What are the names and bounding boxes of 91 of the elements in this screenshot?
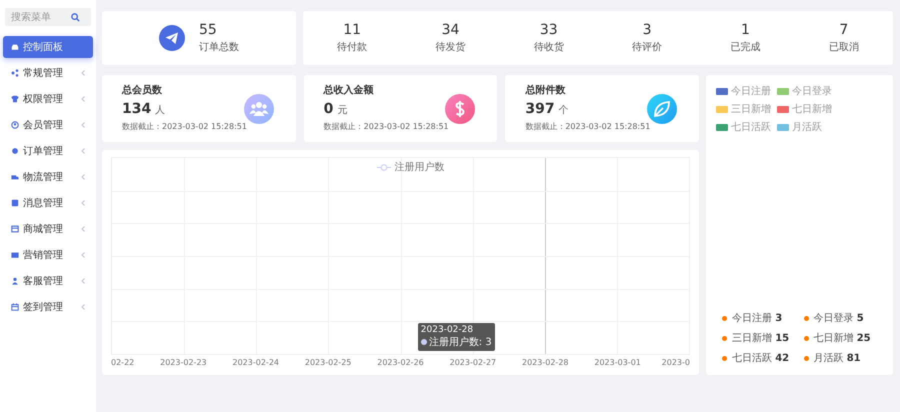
stat-label: 待付款 <box>337 40 368 54</box>
stat-value: 55 <box>199 22 218 38</box>
axis-label: 02-22 <box>111 358 134 367</box>
chevron-icon <box>81 252 85 258</box>
chevron-icon <box>81 70 85 76</box>
chevron-icon <box>81 226 85 232</box>
chevron-icon <box>81 278 85 284</box>
axis-label: 2023-02-27 <box>450 358 496 367</box>
stat-label: 已取消 <box>828 40 859 54</box>
menu-item[interactable]: 权限管理 <box>3 88 93 110</box>
stat-text: 月活跃 81 <box>814 352 861 365</box>
tooltip-text: 注册用户数: 3 <box>428 336 492 349</box>
menu-item[interactable]: 常规管理 <box>3 62 93 84</box>
menu-item[interactable]: 签到管理 <box>3 296 93 318</box>
unit-label: 人 <box>155 104 166 117</box>
stat-text: 七日活跃 42 <box>732 352 790 365</box>
share-icon <box>11 69 19 77</box>
stat-label: 待评价 <box>632 40 662 54</box>
stat-value: 34 <box>442 22 460 38</box>
chevron-icon <box>81 122 85 128</box>
stat-label: 待收货 <box>534 40 564 54</box>
axis-label: 2023-02-23 <box>160 358 207 367</box>
card-value: 134 <box>122 101 152 117</box>
paper-plane-icon <box>159 25 185 51</box>
bullet-icon <box>804 356 808 360</box>
chevron-icon <box>81 200 85 206</box>
axis-label: 2023-02-25 <box>304 358 352 367</box>
stat-text: 七日新增 25 <box>814 332 871 345</box>
user-icon <box>11 121 19 129</box>
series-dot-icon <box>420 339 427 345</box>
chevron-icon <box>81 96 85 102</box>
bullet-icon <box>804 336 808 340</box>
truck-icon <box>11 173 19 181</box>
axis-label: 2023-02-24 <box>232 358 279 367</box>
people-icon <box>244 94 274 124</box>
bullet-icon <box>722 336 727 340</box>
stat-value: 1 <box>741 22 750 38</box>
legend-marker-icon <box>377 164 392 170</box>
legend-label: 七日新增 <box>792 102 832 116</box>
stat-text: 三日新增 15 <box>732 332 790 345</box>
chevron-icon <box>81 148 85 154</box>
dollar-icon <box>445 94 476 124</box>
stat-text: 今日注册 3 <box>732 312 782 325</box>
stat-label: 已完成 <box>730 40 760 54</box>
menu-item[interactable]: 物流管理 <box>3 166 93 188</box>
legend-label: 月活跃 <box>792 121 822 134</box>
menu-item[interactable]: 控制面板 <box>3 36 93 58</box>
leaf-icon <box>647 94 678 124</box>
stat-label: 订单总数 <box>199 40 239 54</box>
date-text: 数据截止：2023-03-02 15:28:51 <box>122 121 248 132</box>
axis-label: 2023-02-26 <box>377 358 424 367</box>
stat-value: 7 <box>839 22 848 38</box>
axis-label: 2023-03-01 <box>594 358 641 367</box>
unit-label: 个 <box>558 104 569 117</box>
stat-text: 今日登录 5 <box>814 312 864 325</box>
search-field[interactable]: 搜索菜单 <box>5 8 91 26</box>
search-input[interactable]: 搜索菜单 <box>11 12 71 22</box>
chevron-icon <box>81 174 85 180</box>
legend-label: 注册用户数 <box>394 160 444 174</box>
chevron-icon <box>81 304 85 310</box>
bullet-icon <box>804 316 808 320</box>
search-icon <box>71 12 80 22</box>
legend-label: 今日注册 <box>731 84 771 98</box>
legend-label: 三日新增 <box>731 102 771 116</box>
menu-item[interactable]: 客服管理 <box>3 270 93 292</box>
date-text: 数据截止：2023-03-02 15:28:51 <box>324 121 450 132</box>
menu-item[interactable]: 会员管理 <box>3 114 93 136</box>
card-title: 总会员数 <box>122 84 163 97</box>
card-value: 0 <box>324 101 334 117</box>
card-title: 总收入金额 <box>324 83 375 97</box>
card-value: 397 <box>525 101 555 117</box>
date-text: 数据截止：2023-03-02 15:28:51 <box>525 121 652 132</box>
menu-item[interactable]: 订单管理 <box>3 140 93 162</box>
menu-item[interactable]: 营销管理 <box>3 244 93 266</box>
bullet-icon <box>722 356 727 360</box>
calendar-icon <box>11 303 19 311</box>
card-title: 总附件数 <box>525 84 566 97</box>
bullet-icon <box>722 316 727 320</box>
axis-label: 2023-0 <box>662 358 690 367</box>
tooltip-title: 2023-02-28 <box>420 325 474 335</box>
stat-label: 待发货 <box>435 40 466 54</box>
legend-label: 七日活跃 <box>731 120 771 134</box>
legend-label: 今日登录 <box>792 85 832 98</box>
stat-value: 33 <box>540 22 558 38</box>
stat-value: 11 <box>343 22 362 38</box>
stat-value: 3 <box>642 22 652 38</box>
unit-label: 元 <box>337 104 348 117</box>
person-icon <box>11 277 19 285</box>
menu-item[interactable]: 消息管理 <box>3 192 93 214</box>
menu-item[interactable]: 商城管理 <box>3 218 93 240</box>
axis-label: 2023-02-28 <box>522 358 568 367</box>
